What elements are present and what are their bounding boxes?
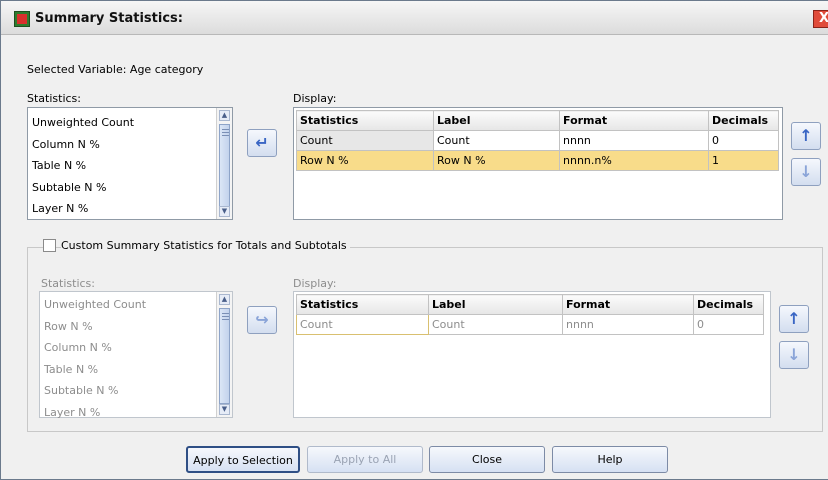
table-row[interactable]: Count Count nnnn 0 bbox=[296, 314, 764, 335]
display-label: Display: bbox=[293, 92, 337, 105]
scroll-thumb[interactable] bbox=[219, 308, 230, 404]
cell-statistics[interactable]: Count bbox=[296, 314, 429, 335]
move-up-icon: ↑ bbox=[787, 309, 801, 328]
cell-decimals[interactable]: 1 bbox=[708, 150, 779, 171]
list-item[interactable]: Column N % bbox=[28, 134, 232, 156]
column-header-format[interactable]: Format bbox=[562, 294, 694, 315]
table-row[interactable]: Row N % Row N % nnnn.n% 1 bbox=[296, 150, 779, 171]
apply-to-all-button[interactable]: Apply to All bbox=[307, 446, 423, 473]
cell-format[interactable]: nnnn.n% bbox=[559, 150, 709, 171]
custom-add-statistic-button[interactable]: ↪ bbox=[247, 306, 277, 334]
scroll-thumb[interactable] bbox=[219, 124, 230, 208]
statistics-label: Statistics: bbox=[27, 92, 81, 105]
dialog-title: Summary Statistics: bbox=[35, 11, 183, 26]
custom-move-up-button[interactable]: ↑ bbox=[779, 305, 809, 333]
cell-statistics[interactable]: Count bbox=[296, 130, 434, 151]
scroll-down-icon[interactable]: ▼ bbox=[219, 404, 230, 415]
custom-summary-checkbox-label[interactable]: Custom Summary Statistics for Totals and… bbox=[61, 239, 350, 252]
move-down-icon: ↓ bbox=[787, 345, 801, 364]
summary-statistics-dialog: Summary Statistics: X Selected Variable:… bbox=[0, 0, 828, 480]
cell-format[interactable]: nnnn bbox=[559, 130, 709, 151]
close-button[interactable]: Close bbox=[429, 446, 545, 473]
column-header-decimals[interactable]: Decimals bbox=[708, 110, 779, 131]
custom-display-grid[interactable]: Statistics Label Format Decimals Count C… bbox=[293, 291, 771, 418]
app-icon bbox=[14, 11, 30, 27]
cell-label[interactable]: Count bbox=[428, 314, 563, 335]
custom-statistics-label: Statistics: bbox=[41, 277, 95, 290]
statistics-scrollbar[interactable]: ▲ ▼ bbox=[216, 108, 232, 219]
cell-decimals[interactable]: 0 bbox=[708, 130, 779, 151]
custom-summary-checkbox[interactable] bbox=[43, 239, 56, 252]
column-header-format[interactable]: Format bbox=[559, 110, 709, 131]
list-item[interactable]: Unweighted Count bbox=[28, 112, 232, 134]
custom-display-label: Display: bbox=[293, 277, 337, 290]
help-button[interactable]: Help bbox=[552, 446, 668, 473]
column-header-decimals[interactable]: Decimals bbox=[693, 294, 764, 315]
add-arrow-icon: ↪ bbox=[255, 310, 269, 329]
selected-variable-label: Selected Variable: Age category bbox=[27, 63, 204, 76]
list-item[interactable]: Table N % bbox=[28, 155, 232, 177]
list-item[interactable]: Layer N % bbox=[40, 402, 232, 424]
scroll-up-icon[interactable]: ▲ bbox=[219, 294, 230, 305]
table-row[interactable]: Count Count nnnn 0 bbox=[296, 130, 779, 151]
cell-statistics[interactable]: Row N % bbox=[296, 150, 434, 171]
column-header-label[interactable]: Label bbox=[433, 110, 560, 131]
statistics-list[interactable]: Unweighted Count Column N % Table N % Su… bbox=[27, 107, 233, 220]
apply-to-selection-button[interactable]: Apply to Selection bbox=[186, 446, 300, 473]
column-header-statistics[interactable]: Statistics bbox=[296, 110, 434, 131]
custom-statistics-list[interactable]: Unweighted Count Row N % Column N % Tabl… bbox=[39, 291, 233, 419]
title-bar: Summary Statistics: X bbox=[1, 1, 828, 35]
cell-format[interactable]: nnnn bbox=[562, 314, 694, 335]
move-down-icon: ↓ bbox=[799, 162, 813, 181]
list-item[interactable]: Column N % bbox=[40, 337, 232, 359]
column-header-label[interactable]: Label bbox=[428, 294, 563, 315]
display-grid[interactable]: Statistics Label Format Decimals Count C… bbox=[293, 107, 783, 220]
cell-label[interactable]: Count bbox=[433, 130, 560, 151]
add-arrow-icon: ↵ bbox=[255, 133, 269, 152]
list-item[interactable]: Table N % bbox=[40, 359, 232, 381]
list-item[interactable]: Row N % bbox=[40, 316, 232, 338]
close-icon[interactable]: X bbox=[813, 10, 828, 28]
list-item[interactable]: Subtable N % bbox=[28, 177, 232, 199]
cell-label[interactable]: Row N % bbox=[433, 150, 560, 171]
list-item[interactable]: Unweighted Count bbox=[40, 294, 232, 316]
move-down-button[interactable]: ↓ bbox=[791, 158, 821, 186]
cell-decimals[interactable]: 0 bbox=[693, 314, 764, 335]
list-item[interactable]: Layer N % bbox=[28, 198, 232, 220]
list-item[interactable]: Subtable N % bbox=[40, 380, 232, 402]
custom-statistics-scrollbar[interactable]: ▲ ▼ bbox=[216, 292, 232, 417]
add-statistic-button[interactable]: ↵ bbox=[247, 129, 277, 157]
custom-move-down-button[interactable]: ↓ bbox=[779, 341, 809, 369]
scroll-up-icon[interactable]: ▲ bbox=[219, 110, 230, 121]
move-up-icon: ↑ bbox=[799, 126, 813, 145]
scroll-down-icon[interactable]: ▼ bbox=[219, 206, 230, 217]
column-header-statistics[interactable]: Statistics bbox=[296, 294, 429, 315]
move-up-button[interactable]: ↑ bbox=[791, 122, 821, 150]
